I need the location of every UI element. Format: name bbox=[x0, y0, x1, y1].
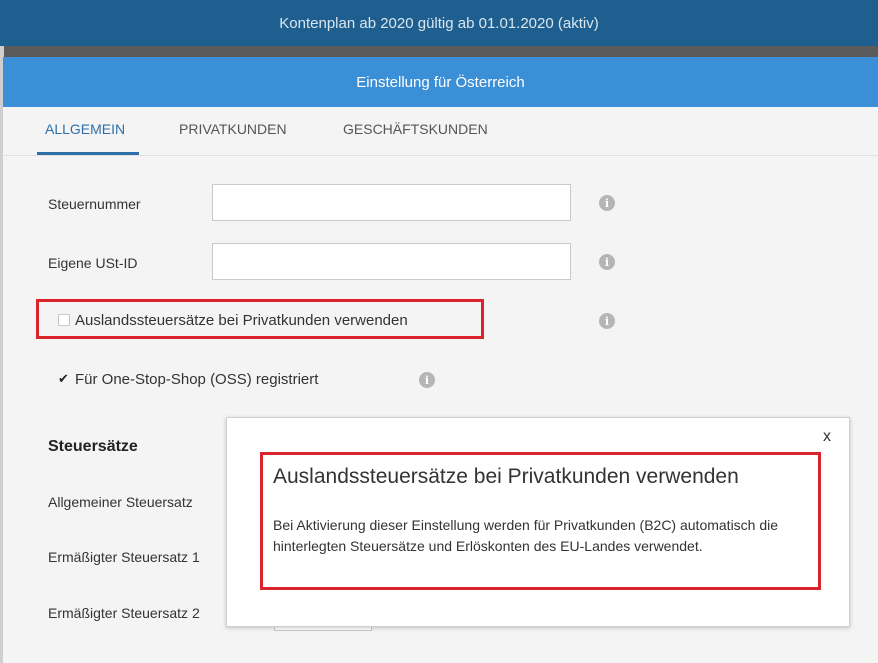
ermaessigter-steuersatz-1-label: Ermäßigter Steuersatz 1 bbox=[48, 549, 200, 565]
auslands-checkbox[interactable] bbox=[58, 314, 70, 326]
close-icon[interactable]: x bbox=[823, 428, 831, 446]
tab-geschaeftskunden[interactable]: GESCHÄFTSKUNDEN bbox=[343, 121, 488, 137]
tooltip-text: Bei Aktivierung dieser Einstellung werde… bbox=[273, 517, 779, 554]
info-icon[interactable]: i bbox=[599, 195, 615, 211]
tab-allgemein[interactable]: ALLGEMEIN bbox=[45, 121, 125, 137]
steuersaetze-heading: Steuersätze bbox=[48, 438, 138, 455]
dialog-header: Einstellung für Österreich bbox=[3, 57, 878, 107]
steuernummer-label: Steuernummer bbox=[48, 196, 141, 212]
allgemeiner-steuersatz-label: Allgemeiner Steuersatz bbox=[48, 494, 193, 510]
info-icon[interactable]: i bbox=[419, 372, 435, 388]
ust-id-input[interactable] bbox=[212, 243, 571, 280]
auslands-checkbox-label[interactable]: Auslandssteuersätze bei Privatkunden ver… bbox=[75, 312, 408, 329]
ust-id-label: Eigene USt-ID bbox=[48, 255, 138, 271]
info-tooltip-popup: x Auslandssteuersätze bei Privatkunden v… bbox=[226, 417, 850, 627]
window-title-bar: Kontenplan ab 2020 gültig ab 01.01.2020 … bbox=[0, 0, 878, 46]
tab-bar: ALLGEMEIN PRIVATKUNDEN GESCHÄFTSKUNDEN bbox=[3, 107, 878, 156]
tooltip-title: Auslandssteuersätze bei Privatkunden ver… bbox=[273, 465, 739, 488]
oss-checkbox[interactable]: ✔ bbox=[58, 372, 70, 385]
info-icon[interactable]: i bbox=[599, 313, 615, 329]
active-tab-indicator bbox=[37, 152, 139, 155]
oss-checkbox-label[interactable]: Für One-Stop-Shop (OSS) registriert bbox=[75, 371, 318, 388]
steuernummer-input[interactable] bbox=[212, 184, 571, 221]
dialog-title: Einstellung für Österreich bbox=[356, 73, 525, 91]
tab-privatkunden[interactable]: PRIVATKUNDEN bbox=[179, 121, 287, 137]
ermaessigter-steuersatz-2-label: Ermäßigter Steuersatz 2 bbox=[48, 605, 200, 621]
info-icon[interactable]: i bbox=[599, 254, 615, 270]
window-title: Kontenplan ab 2020 gültig ab 01.01.2020 … bbox=[279, 14, 599, 32]
